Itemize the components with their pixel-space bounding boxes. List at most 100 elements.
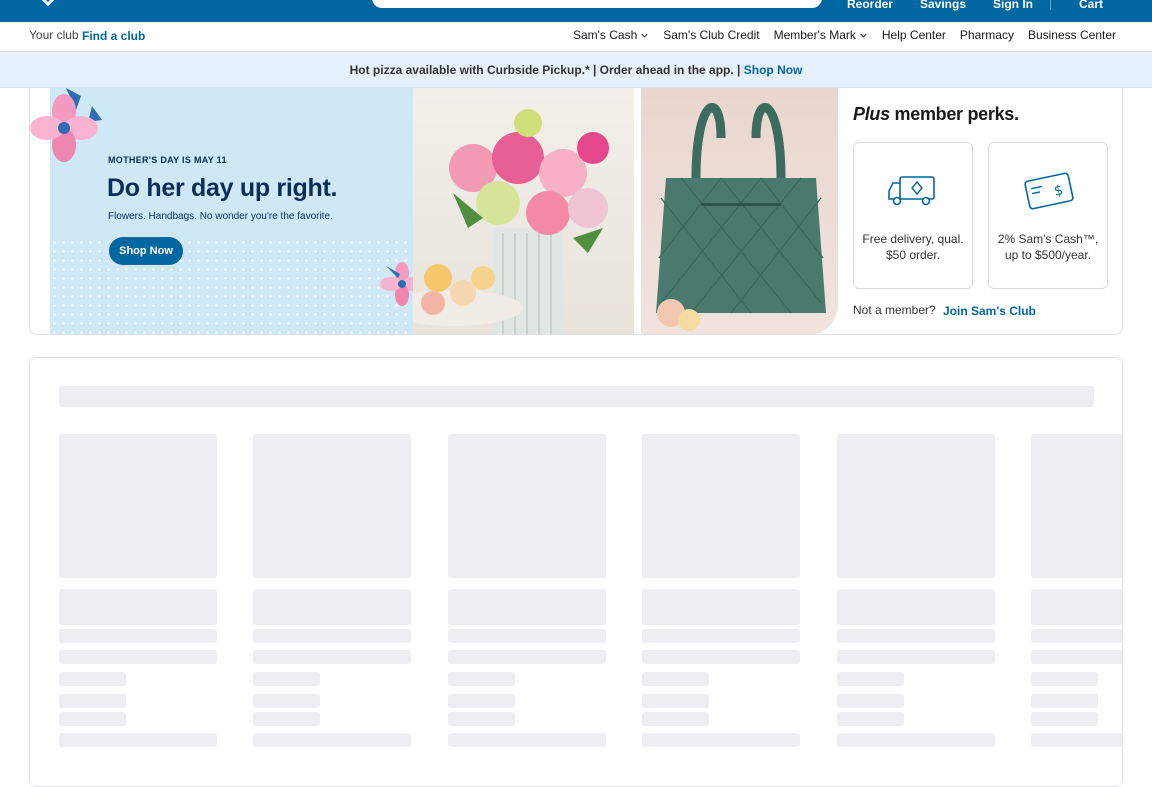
skeleton-placeholder bbox=[1031, 694, 1098, 708]
perks-title: Plus member perks. bbox=[853, 104, 1019, 125]
skeleton-placeholder bbox=[1031, 672, 1098, 686]
skeleton-placeholder bbox=[836, 672, 904, 686]
skeleton-placeholder bbox=[836, 650, 995, 664]
skeleton-placeholder bbox=[836, 712, 904, 726]
promo-banner: Hot pizza available with Curbside Pickup… bbox=[0, 52, 1152, 88]
hero-eyebrow: MOTHER'S DAY IS MAY 11 bbox=[108, 155, 227, 165]
nav-divider bbox=[1050, 0, 1051, 10]
skeleton-placeholder bbox=[642, 694, 710, 708]
skeleton-placeholder bbox=[253, 589, 412, 625]
skeleton-placeholder bbox=[447, 629, 606, 643]
skeleton-placeholder bbox=[59, 589, 217, 625]
hero-card: MOTHER'S DAY IS MAY 11 Do her day up rig… bbox=[29, 88, 1123, 335]
skeleton-placeholder bbox=[59, 672, 126, 686]
skeleton-placeholder bbox=[253, 629, 412, 643]
pinwheel-flower-icon bbox=[380, 262, 413, 306]
skeleton-placeholder bbox=[59, 733, 217, 747]
hero-headline: Do her day up right. bbox=[107, 174, 338, 202]
skeleton-placeholder bbox=[253, 672, 321, 686]
skeleton-placeholder bbox=[59, 650, 217, 664]
join-sams-club-link[interactable]: Join Sam's Club bbox=[943, 304, 1036, 318]
skeleton-placeholder bbox=[1031, 434, 1122, 578]
skeleton-title-bar bbox=[59, 386, 1094, 407]
subnav-item-label: Sam's Club Credit bbox=[663, 28, 760, 42]
skeleton-placeholder bbox=[836, 589, 995, 625]
subnav-item-label: Business Center bbox=[1027, 28, 1116, 42]
perk-text: 2% Sam's Cash™, up to $500/year. bbox=[997, 232, 1099, 262]
subnav-item-help-center[interactable]: Help Center bbox=[882, 28, 946, 42]
sams-cash-card-icon: $ bbox=[1024, 172, 1074, 210]
top-nav-bar: Reorder Savings Sign In Cart bbox=[0, 0, 1152, 22]
skeleton-placeholder bbox=[1031, 733, 1122, 747]
not-a-member-text: Not a member? bbox=[853, 303, 936, 317]
skeleton-placeholder bbox=[253, 694, 321, 708]
bouquet-illustration bbox=[413, 109, 609, 334]
skeleton-placeholder bbox=[253, 434, 412, 578]
cart-link[interactable]: Cart bbox=[1079, 0, 1103, 11]
delivery-truck-icon bbox=[888, 176, 935, 206]
subnav-item-label: Member's Mark bbox=[773, 28, 856, 42]
skeleton-placeholder bbox=[836, 733, 995, 747]
skeleton-placeholder bbox=[836, 629, 995, 643]
skeleton-placeholder bbox=[253, 733, 412, 747]
perk-sams-cash[interactable]: $ 2% Sam's Cash™, up to $500/year. bbox=[988, 142, 1108, 289]
subnav-item-pharmacy[interactable]: Pharmacy bbox=[960, 28, 1014, 42]
skeleton-placeholder bbox=[1031, 650, 1122, 664]
skeleton-placeholder bbox=[1031, 589, 1122, 625]
subnav-item-members-mark[interactable]: Member's Mark bbox=[774, 28, 868, 42]
perks-title-rest: member perks. bbox=[889, 104, 1019, 124]
skeleton-placeholder bbox=[59, 712, 126, 726]
skeleton-placeholder bbox=[1031, 712, 1098, 726]
skeleton-placeholder bbox=[447, 712, 515, 726]
search-input[interactable] bbox=[372, 0, 822, 8]
subnav-item-business-center[interactable]: Business Center bbox=[1028, 28, 1116, 42]
chevron-down-icon bbox=[860, 33, 867, 38]
dot-pattern bbox=[50, 238, 413, 334]
skeleton-placeholder bbox=[447, 733, 606, 747]
skeleton-placeholder bbox=[642, 672, 710, 686]
find-a-club-link[interactable]: Find a club bbox=[82, 29, 145, 43]
skeleton-placeholder bbox=[447, 672, 515, 686]
skeleton-placeholder bbox=[447, 650, 606, 664]
loading-product-carousel bbox=[29, 357, 1123, 787]
skeleton-placeholder bbox=[836, 434, 995, 578]
subnav-item-label: Pharmacy bbox=[959, 28, 1014, 42]
chevron-down-icon bbox=[641, 33, 648, 38]
perk-free-delivery[interactable]: Free delivery, qual. $50 order. bbox=[853, 142, 973, 289]
skeleton-placeholder bbox=[1031, 629, 1122, 643]
skeleton-placeholder bbox=[836, 694, 904, 708]
sams-club-logo-icon[interactable] bbox=[34, 0, 62, 8]
sub-nav-bar: Your club Find a club Sam's Cash Sam's C… bbox=[0, 22, 1152, 52]
skeleton-placeholder bbox=[642, 589, 801, 625]
skeleton-placeholder bbox=[253, 712, 321, 726]
subnav-item-sams-club-credit[interactable]: Sam's Club Credit bbox=[663, 28, 759, 42]
perks-title-plus: Plus bbox=[853, 104, 890, 124]
skeleton-placeholder bbox=[642, 434, 801, 578]
skeleton-placeholder bbox=[447, 694, 515, 708]
skeleton-placeholder bbox=[642, 733, 801, 747]
promo-shop-now-link[interactable]: Shop Now bbox=[744, 63, 803, 77]
savings-link[interactable]: Savings bbox=[920, 0, 966, 11]
hero-subhead: Flowers. Handbags. No wonder you're the … bbox=[108, 211, 333, 222]
hero-shop-now-button[interactable]: Shop Now bbox=[109, 237, 183, 265]
skeleton-placeholder bbox=[642, 712, 710, 726]
pinwheel-flower-icon bbox=[30, 88, 102, 162]
promo-text: Hot pizza available with Curbside Pickup… bbox=[349, 63, 741, 77]
your-club-label: Your club bbox=[29, 28, 79, 42]
subnav-item-sams-cash[interactable]: Sam's Cash bbox=[573, 28, 649, 42]
subnav-links: Sam's Cash Sam's Club Credit Member's Ma… bbox=[573, 28, 1116, 42]
skeleton-placeholder bbox=[253, 650, 412, 664]
subnav-item-label: Help Center bbox=[881, 28, 946, 42]
handbag-illustration bbox=[656, 103, 826, 331]
perk-text: Free delivery, qual. $50 order. bbox=[862, 232, 964, 262]
skeleton-placeholder bbox=[59, 629, 217, 643]
svg-text:$: $ bbox=[1053, 182, 1065, 200]
flower-bouquet-image[interactable] bbox=[413, 88, 634, 334]
subnav-item-label: Sam's Cash bbox=[572, 28, 638, 42]
skeleton-placeholder bbox=[447, 589, 606, 625]
skeleton-placeholder bbox=[642, 650, 801, 664]
reorder-link[interactable]: Reorder bbox=[847, 0, 893, 11]
handbag-image[interactable] bbox=[641, 88, 838, 334]
sign-in-link[interactable]: Sign In bbox=[993, 0, 1033, 11]
skeleton-placeholder bbox=[59, 694, 126, 708]
